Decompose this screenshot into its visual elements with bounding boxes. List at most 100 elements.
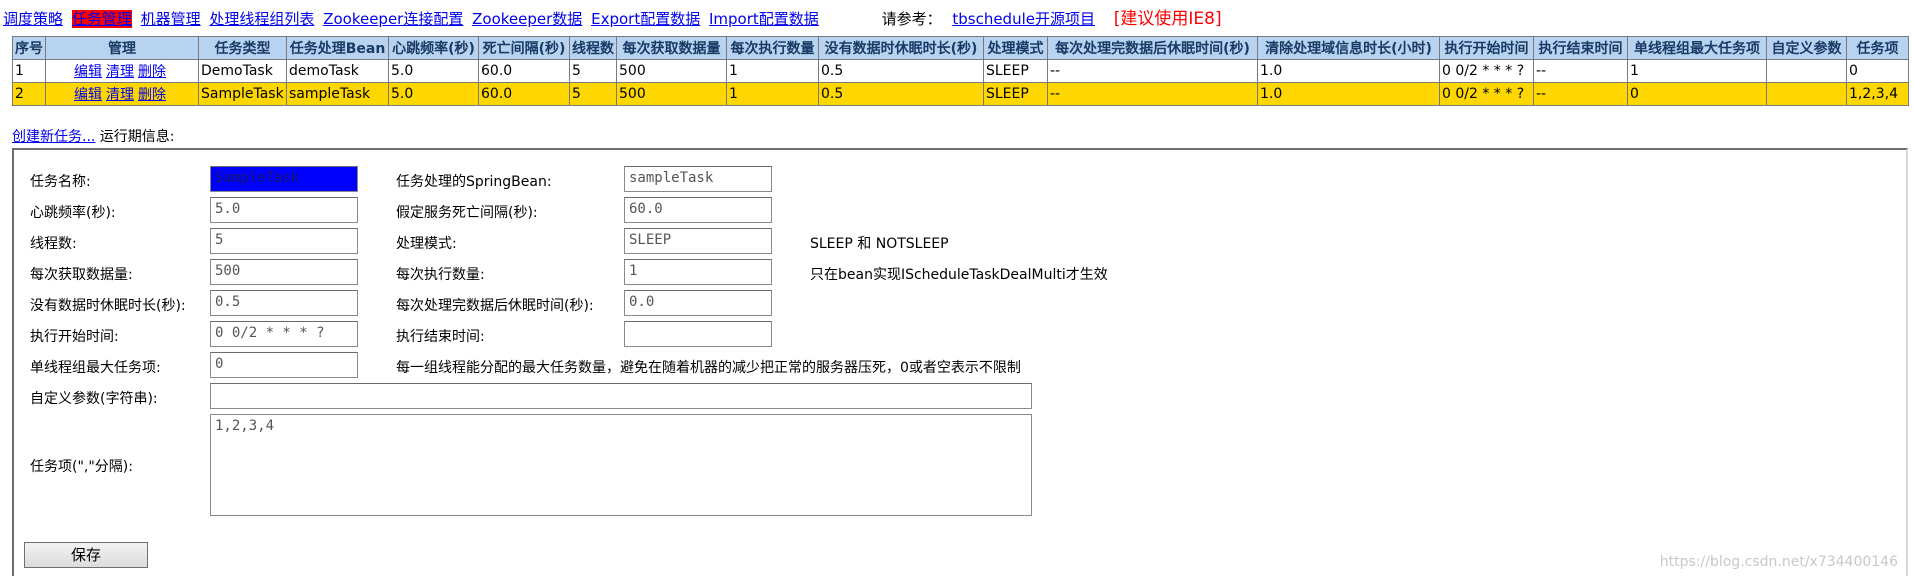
delete-link[interactable]: 删除 xyxy=(138,87,166,103)
delete-link[interactable]: 删除 xyxy=(138,64,166,80)
heartbeat-input[interactable]: 5.0 xyxy=(210,197,358,223)
tbschedule-project-link[interactable]: tbschedule开源项目 xyxy=(952,10,1095,28)
cell-nodata-sleep: 0.5 xyxy=(818,82,984,106)
cell-mode: SLEEP xyxy=(983,59,1048,83)
col-header-dead-interval: 死亡间隔(秒) xyxy=(478,36,570,60)
cell-max-items: 0 xyxy=(1627,82,1767,106)
fetch-num-input[interactable]: 500 xyxy=(210,259,358,285)
form-row-params: 自定义参数(字符串): xyxy=(14,383,1906,409)
col-header-exec-num: 每次执行数量 xyxy=(726,36,819,60)
after-sleep-label: 每次处理完数据后休眠时间(秒): xyxy=(396,298,594,314)
col-header-nodata-sleep: 没有数据时休眠时长(秒) xyxy=(818,36,984,60)
bean-input[interactable]: sampleTask xyxy=(624,166,772,192)
col-header-bean: 任务处理Bean xyxy=(286,36,389,60)
task-name-input[interactable]: SampleTask xyxy=(210,166,358,192)
threads-input[interactable]: 5 xyxy=(210,228,358,254)
col-header-manage: 管理 xyxy=(45,36,199,60)
cell-index: 1 xyxy=(12,59,46,83)
max-items-hint: 每一组线程能分配的最大任务数量，避免在随着机器的减少把正常的服务器压死，0或者空… xyxy=(396,360,1021,376)
cell-exec-num: 1 xyxy=(726,82,819,106)
col-header-params: 自定义参数 xyxy=(1766,36,1847,60)
reference-label: 请参考： xyxy=(881,10,942,28)
cell-mode: SLEEP xyxy=(983,82,1048,106)
nav-schedule-strategy[interactable]: 调度策略 xyxy=(3,10,63,28)
nav-zookeeper-data[interactable]: Zookeeper数据 xyxy=(472,10,582,28)
cell-task-type: SampleTask xyxy=(198,82,287,106)
cell-end-time: -- xyxy=(1533,59,1628,83)
cell-fetch-num: 500 xyxy=(616,59,727,83)
cell-fetch-num: 500 xyxy=(616,82,727,106)
max-items-label: 单线程组最大任务项: xyxy=(30,360,161,376)
start-time-label: 执行开始时间: xyxy=(30,329,119,345)
nodata-sleep-label: 没有数据时休眠时长(秒): xyxy=(30,298,186,314)
cell-params xyxy=(1766,59,1847,83)
mode-hint: SLEEP 和 NOTSLEEP xyxy=(810,236,949,252)
cell-nodata-sleep: 0.5 xyxy=(818,59,984,83)
cell-manage: 编辑 清理 删除 xyxy=(45,59,199,83)
task-items-textarea[interactable]: 1,2,3,4 xyxy=(210,414,1032,516)
nav-thread-group-list[interactable]: 处理线程组列表 xyxy=(209,10,314,28)
cell-bean: demoTask xyxy=(286,59,389,83)
form-row-sleep: 没有数据时休眠时长(秒): 0.5 每次处理完数据后休眠时间(秒): 0.0 xyxy=(14,290,1906,316)
task-table: 序号 管理 任务类型 任务处理Bean 心跳频率(秒) 死亡间隔(秒) 线程数 … xyxy=(12,36,1909,106)
form-row-name: 任务名称: SampleTask 任务处理的SpringBean: sample… xyxy=(14,166,1906,192)
mode-input[interactable]: SLEEP xyxy=(624,228,772,254)
cell-heartbeat: 5.0 xyxy=(388,59,479,83)
cell-manage: 编辑 清理 删除 xyxy=(45,82,199,106)
cell-task-items: 1,2,3,4 xyxy=(1846,82,1909,106)
cell-start-time: 0 0/2 * * * ? xyxy=(1439,59,1534,83)
nav-machine-management[interactable]: 机器管理 xyxy=(141,10,201,28)
task-name-label: 任务名称: xyxy=(30,174,91,190)
col-header-max-items: 单线程组最大任务项 xyxy=(1627,36,1767,60)
nav-import-config[interactable]: Import配置数据 xyxy=(709,10,819,28)
link-row: 创建新任务... 运行期信息: xyxy=(12,126,175,146)
watermark: https://blog.csdn.net/x734400146 xyxy=(1659,554,1898,570)
after-sleep-input[interactable]: 0.0 xyxy=(624,290,772,316)
create-task-link[interactable]: 创建新任务... xyxy=(12,129,95,145)
form-row-threads: 线程数: 5 处理模式: SLEEP SLEEP 和 NOTSLEEP xyxy=(14,228,1906,254)
clear-link[interactable]: 清理 xyxy=(106,87,134,103)
threads-label: 线程数: xyxy=(30,236,77,252)
form-row-fetch: 每次获取数据量: 500 每次执行数量: 1 只在bean实现ISchedule… xyxy=(14,259,1906,285)
max-items-input[interactable]: 0 xyxy=(210,352,358,378)
nav-task-management[interactable]: 任务管理 xyxy=(71,10,132,28)
cell-heartbeat: 5.0 xyxy=(388,82,479,106)
cell-threads: 5 xyxy=(569,82,617,106)
nav-export-config[interactable]: Export配置数据 xyxy=(591,10,700,28)
col-header-start-time: 执行开始时间 xyxy=(1439,36,1534,60)
cell-clear-duration: 1.0 xyxy=(1257,82,1440,106)
cell-threads: 5 xyxy=(569,59,617,83)
table-header-row: 序号 管理 任务类型 任务处理Bean 心跳频率(秒) 死亡间隔(秒) 线程数 … xyxy=(12,36,1909,60)
table-row[interactable]: 2 编辑 清理 删除 SampleTask sampleTask 5.0 60.0 … xyxy=(12,82,1909,106)
top-nav: 调度策略 任务管理 机器管理 处理线程组列表 Zookeeper连接配置 Zoo… xyxy=(3,4,1222,29)
nav-zookeeper-config[interactable]: Zookeeper连接配置 xyxy=(323,10,463,28)
cell-clear-duration: 1.0 xyxy=(1257,59,1440,83)
table-row[interactable]: 1 编辑 清理 删除 DemoTask demoTask 5.0 60.0 5 50… xyxy=(12,59,1909,83)
edit-link[interactable]: 编辑 xyxy=(74,87,102,103)
ie8-warning: [建议使用IE8] xyxy=(1113,9,1222,29)
nodata-sleep-input[interactable]: 0.5 xyxy=(210,290,358,316)
task-edit-panel: 任务名称: SampleTask 任务处理的SpringBean: sample… xyxy=(12,148,1908,576)
exec-num-input[interactable]: 1 xyxy=(624,259,772,285)
end-time-label: 执行结束时间: xyxy=(396,329,485,345)
col-header-clear-duration: 清除处理域信息时长(小时) xyxy=(1257,36,1440,60)
exec-num-label: 每次执行数量: xyxy=(396,267,485,283)
dead-interval-input[interactable]: 60.0 xyxy=(624,197,772,223)
cell-bean: sampleTask xyxy=(286,82,389,106)
start-time-input[interactable]: 0 0/2 * * * ? xyxy=(210,321,358,347)
cell-exec-num: 1 xyxy=(726,59,819,83)
end-time-input[interactable] xyxy=(624,321,772,347)
bean-label: 任务处理的SpringBean: xyxy=(396,174,552,190)
col-header-fetch-num: 每次获取数据量 xyxy=(616,36,727,60)
cell-end-time: -- xyxy=(1533,82,1628,106)
clear-link[interactable]: 清理 xyxy=(106,64,134,80)
dead-interval-label: 假定服务死亡间隔(秒): xyxy=(396,205,538,221)
mode-label: 处理模式: xyxy=(396,236,457,252)
col-header-mode: 处理模式 xyxy=(983,36,1048,60)
form-row-time: 执行开始时间: 0 0/2 * * * ? 执行结束时间: xyxy=(14,321,1906,347)
col-header-index: 序号 xyxy=(12,36,46,60)
cell-after-sleep: -- xyxy=(1047,82,1258,106)
save-button[interactable]: 保存 xyxy=(24,542,148,568)
edit-link[interactable]: 编辑 xyxy=(74,64,102,80)
params-input[interactable] xyxy=(210,383,1032,409)
